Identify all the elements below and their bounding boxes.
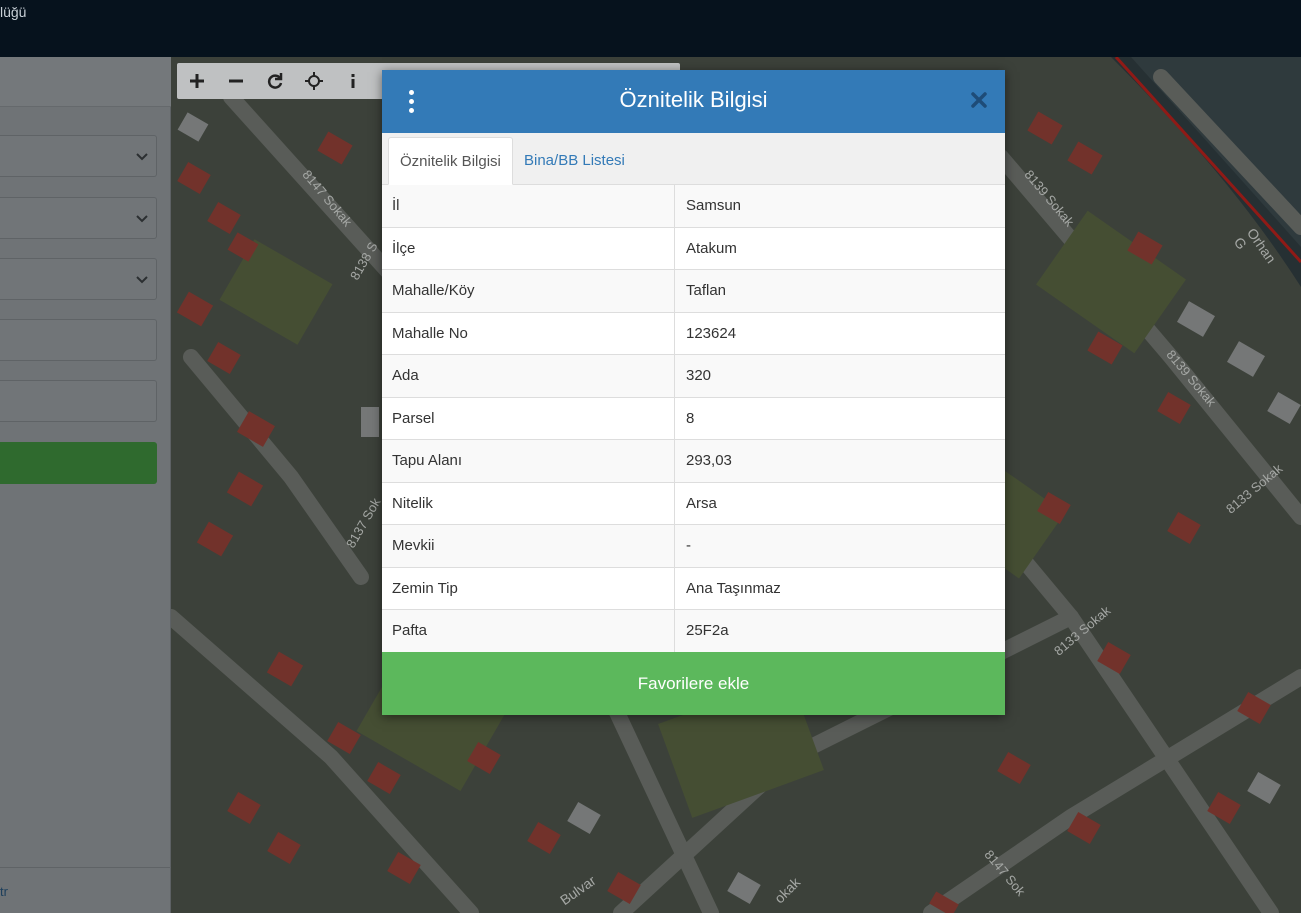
query-sidebar: tr xyxy=(0,57,171,913)
dot xyxy=(408,107,414,113)
app-title-fragment: lüğü xyxy=(0,4,27,20)
table-row: Mahalle No 123624 xyxy=(382,312,1005,355)
dot xyxy=(408,98,414,104)
table-row: İl Samsun xyxy=(382,185,1005,228)
info-button[interactable] xyxy=(333,63,372,99)
tab-building-list[interactable]: Bina/BB Listesi xyxy=(513,137,636,185)
attribute-key: Pafta xyxy=(382,610,675,652)
neighborhood-select[interactable] xyxy=(0,258,157,300)
attribute-key: İlçe xyxy=(382,227,675,269)
crosshair-icon xyxy=(304,72,323,90)
tab-attribute-info[interactable]: Öznitelik Bilgisi xyxy=(388,137,513,185)
attribute-key: İl xyxy=(382,185,675,227)
attribute-value: - xyxy=(686,537,691,555)
info-icon xyxy=(351,74,354,88)
attribute-value: 320 xyxy=(686,367,712,385)
attribute-key: Ada xyxy=(382,355,675,397)
attribute-key: Parsel xyxy=(382,397,675,439)
table-row: Pafta 25F2a xyxy=(382,610,1005,653)
chevron-down-icon xyxy=(136,153,148,161)
close-button[interactable] xyxy=(967,88,991,112)
table-row: Mevkii - xyxy=(382,525,1005,568)
top-navbar: lüğü xyxy=(0,0,1301,57)
zoom-out-button[interactable] xyxy=(216,63,255,99)
attribute-value: Taflan xyxy=(686,282,727,300)
block-input[interactable] xyxy=(0,319,157,361)
province-select[interactable] xyxy=(0,135,157,177)
chevron-down-icon xyxy=(136,215,148,223)
attribute-value: Atakum xyxy=(686,239,737,257)
table-row: Zemin Tip Ana Taşınmaz xyxy=(382,567,1005,610)
close-icon xyxy=(971,92,987,108)
district-select[interactable] xyxy=(0,197,157,239)
table-row: Tapu Alanı 293,03 xyxy=(382,440,1005,483)
modal-tabs: Öznitelik Bilgisi Bina/BB Listesi xyxy=(382,133,1005,185)
attribute-value: Ana Taşınmaz xyxy=(686,579,781,597)
sidebar-header xyxy=(0,57,171,107)
attribute-key: Mahalle/Köy xyxy=(382,270,675,312)
table-row: Parsel 8 xyxy=(382,397,1005,440)
table-row: Ada 320 xyxy=(382,355,1005,398)
table-row: Mahalle/Köy Taflan xyxy=(382,270,1005,313)
table-row: İlçe Atakum xyxy=(382,227,1005,270)
attribute-value: Samsun xyxy=(686,197,742,215)
attribute-key: Mahalle No xyxy=(382,312,675,354)
attribute-info-modal: Öznitelik Bilgisi Öznitelik Bilgisi Bina… xyxy=(382,70,1005,715)
attribute-key: Nitelik xyxy=(382,482,675,524)
modal-header: Öznitelik Bilgisi xyxy=(382,70,1005,133)
attribute-value: 8 xyxy=(686,409,695,427)
table-row: Nitelik Arsa xyxy=(382,482,1005,525)
more-options-button[interactable] xyxy=(402,86,420,116)
sidebar-footer: tr xyxy=(0,867,171,913)
attribute-key: Zemin Tip xyxy=(382,567,675,609)
refresh-icon xyxy=(267,73,282,89)
attribute-value: 25F2a xyxy=(686,622,729,640)
minus-icon xyxy=(228,79,243,83)
query-button[interactable] xyxy=(0,442,157,484)
attribute-key: Tapu Alanı xyxy=(382,440,675,482)
footer-link-fragment[interactable]: tr xyxy=(0,884,8,899)
locate-button[interactable] xyxy=(294,63,333,99)
parcel-input[interactable] xyxy=(0,380,157,422)
refresh-button[interactable] xyxy=(255,63,294,99)
modal-title: Öznitelik Bilgisi xyxy=(619,87,768,112)
attribute-value: 293,03 xyxy=(686,452,732,470)
plus-icon xyxy=(189,74,204,88)
attribute-value: 123624 xyxy=(686,324,737,342)
chevron-down-icon xyxy=(136,276,148,284)
attribute-value: Arsa xyxy=(686,494,717,512)
dot xyxy=(408,89,414,95)
attribute-key: Mevkii xyxy=(382,525,675,567)
zoom-in-button[interactable] xyxy=(177,63,216,99)
add-to-favorites-button[interactable]: Favorilere ekle xyxy=(382,652,1005,715)
